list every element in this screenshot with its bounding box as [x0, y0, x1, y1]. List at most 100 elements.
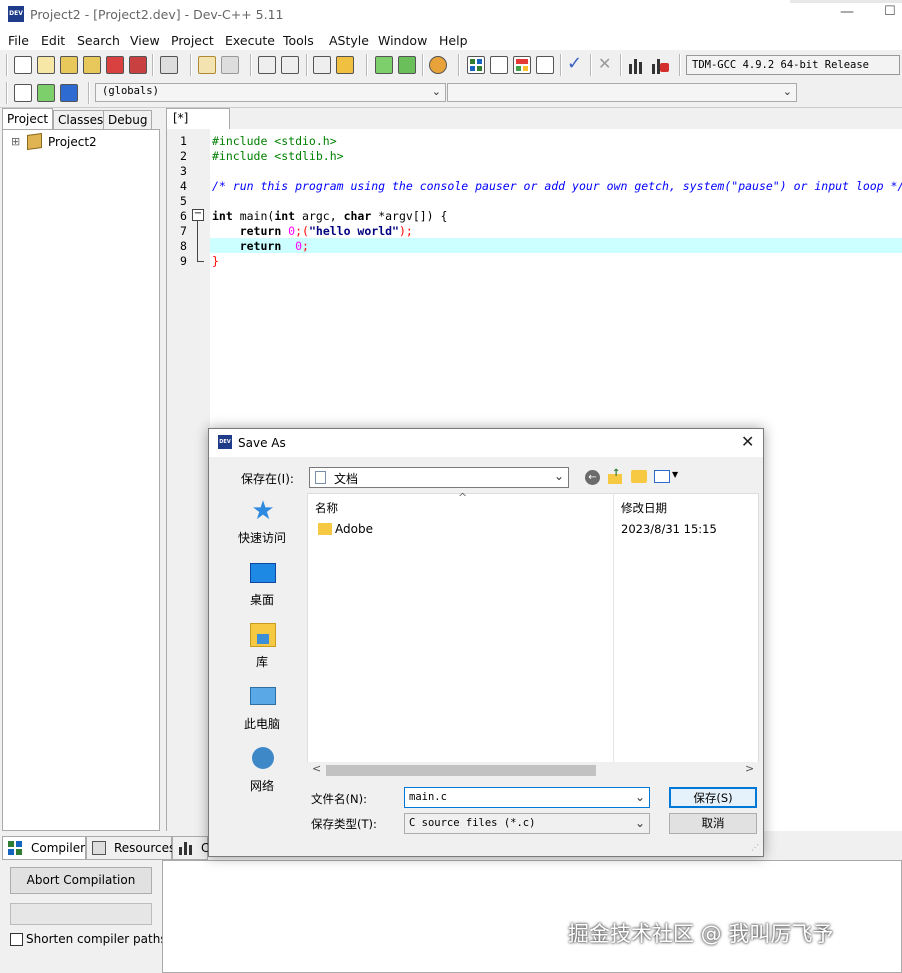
- function-combo[interactable]: ⌄: [447, 83, 797, 102]
- save-all-icon[interactable]: [83, 56, 101, 74]
- tab-debug[interactable]: Debug: [103, 110, 153, 129]
- shorten-paths-checkbox[interactable]: [10, 933, 23, 946]
- scroll-left-icon[interactable]: <: [312, 762, 321, 775]
- places-bar: ★ 快速访问 桌面 库 此电脑 网络: [215, 493, 309, 793]
- view-menu-icon[interactable]: [654, 470, 670, 483]
- folder-icon: [318, 523, 332, 535]
- up-folder-icon[interactable]: ↑: [608, 468, 622, 484]
- indent-icon[interactable]: [313, 56, 331, 74]
- filetype-select[interactable]: C source files (*.c) ⌄: [404, 813, 650, 834]
- tab-resources[interactable]: Resources: [86, 836, 175, 860]
- new-folder-icon[interactable]: [631, 470, 647, 483]
- toggle-bookmark-icon[interactable]: [37, 84, 55, 102]
- syntax-check-icon[interactable]: ✓: [567, 53, 582, 74]
- menu-tools[interactable]: Tools: [283, 33, 314, 48]
- code-line-8: return 0;: [239, 239, 309, 253]
- minimize-icon[interactable]: —: [840, 4, 854, 20]
- tab-compile-log[interactable]: C: [172, 836, 209, 860]
- close-file-icon[interactable]: [106, 56, 124, 74]
- menu-edit[interactable]: Edit: [41, 33, 65, 48]
- add-to-project-icon[interactable]: [375, 56, 393, 74]
- goto-line-icon[interactable]: [336, 56, 354, 74]
- save-in-combo[interactable]: 文档 ⌄: [309, 467, 569, 488]
- compile-icon[interactable]: [467, 56, 485, 74]
- project-node[interactable]: Project2: [48, 135, 97, 149]
- new-file-icon[interactable]: [14, 56, 32, 74]
- abort-compilation-button[interactable]: Abort Compilation: [10, 867, 152, 894]
- menu-execute[interactable]: Execute: [225, 33, 275, 48]
- delete-profile-icon[interactable]: [651, 56, 669, 74]
- tab-project[interactable]: Project: [2, 108, 54, 130]
- project-options-icon[interactable]: [429, 56, 447, 74]
- window-title: Project2 - [Project2.dev] - Dev-C++ 5.11: [30, 7, 284, 22]
- place-this-pc[interactable]: 此电脑: [215, 679, 309, 741]
- documents-icon: [315, 471, 326, 484]
- tab-classes[interactable]: Classes: [53, 110, 109, 129]
- toolbar-separator: [306, 54, 308, 76]
- print-icon[interactable]: [160, 56, 178, 74]
- profile-icon[interactable]: [628, 56, 646, 74]
- place-network[interactable]: 网络: [215, 741, 309, 803]
- current-line-highlight: [210, 238, 902, 253]
- redo-icon[interactable]: [221, 56, 239, 74]
- tree-expand-icon[interactable]: ⊞: [11, 135, 20, 148]
- maximize-icon[interactable]: ☐: [884, 4, 898, 19]
- file-list[interactable]: 名称 ^ 修改日期 Adobe 2023/8/31 15:15: [307, 491, 759, 779]
- place-label: 网络: [249, 779, 274, 793]
- resize-grip-icon[interactable]: ⋰: [751, 843, 759, 852]
- view-menu-arrow-icon[interactable]: ▼: [672, 470, 678, 479]
- fold-toggle-icon[interactable]: −: [192, 209, 204, 221]
- undo-icon[interactable]: [198, 56, 216, 74]
- menu-help[interactable]: Help: [439, 33, 468, 48]
- column-header-name[interactable]: 名称: [315, 500, 338, 516]
- back-icon[interactable]: ←: [585, 470, 600, 485]
- toolbar-separator: [422, 54, 424, 76]
- run-icon[interactable]: [490, 56, 508, 74]
- menu-view[interactable]: View: [130, 33, 160, 48]
- save-button[interactable]: 保存(S): [669, 787, 757, 808]
- save-in-label: 保存在(I):: [241, 472, 294, 486]
- cancel-button[interactable]: 取消: [669, 813, 757, 834]
- place-quick-access[interactable]: ★ 快速访问: [215, 493, 309, 555]
- close-icon[interactable]: ✕: [741, 432, 754, 451]
- menu-window[interactable]: Window: [378, 33, 427, 48]
- code-line-2: #include <stdlib.h>: [212, 149, 344, 163]
- menu-search[interactable]: Search: [77, 33, 120, 48]
- editor-tab-main-c[interactable]: [*] main.c: [166, 108, 230, 144]
- find-icon[interactable]: [258, 56, 276, 74]
- place-libraries[interactable]: 库: [215, 617, 309, 679]
- compiler-select[interactable]: TDM-GCC 4.9.2 64-bit Release: [686, 55, 900, 75]
- place-desktop[interactable]: 桌面: [215, 555, 309, 617]
- filename-label: 文件名(N):: [311, 792, 367, 806]
- menu-project[interactable]: Project: [171, 33, 214, 48]
- replace-icon[interactable]: [281, 56, 299, 74]
- scroll-right-icon[interactable]: >: [745, 762, 754, 775]
- compiler-tab-icon: [8, 841, 22, 855]
- goto-bookmark-icon[interactable]: [60, 84, 78, 102]
- remove-from-project-icon[interactable]: [398, 56, 416, 74]
- toolbar-separator: [366, 54, 368, 76]
- tab-compiler[interactable]: Compiler: [2, 836, 86, 860]
- insert-icon[interactable]: [14, 84, 32, 102]
- open-file-icon[interactable]: [37, 56, 55, 74]
- close-all-icon[interactable]: [129, 56, 147, 74]
- compile-run-icon[interactable]: [513, 56, 531, 74]
- scrollbar-thumb[interactable]: [326, 765, 596, 776]
- menu-file[interactable]: File: [8, 33, 29, 48]
- clean-icon[interactable]: ✕: [598, 54, 611, 73]
- column-header-modified[interactable]: 修改日期: [621, 500, 667, 516]
- rebuild-all-icon[interactable]: [536, 56, 554, 74]
- fold-line: [197, 220, 198, 262]
- file-name: Adobe: [335, 522, 373, 536]
- list-item[interactable]: Adobe 2023/8/31 15:15: [308, 520, 758, 540]
- menu-bar: File Edit Search View Project Execute To…: [0, 30, 902, 50]
- code-line-6: int main(int argc, char *argv[]) {: [212, 209, 448, 223]
- menu-astyle[interactable]: AStyle: [329, 33, 369, 48]
- toolbar-separator: [152, 54, 154, 76]
- save-icon[interactable]: [60, 56, 78, 74]
- code-line-4: /* run this program using the console pa…: [212, 179, 902, 193]
- scope-combo[interactable]: (globals) ⌄: [95, 83, 446, 102]
- filename-input[interactable]: main.c ⌄: [404, 787, 650, 808]
- line-number: 6: [180, 209, 187, 223]
- toolbar-separator: [88, 82, 90, 104]
